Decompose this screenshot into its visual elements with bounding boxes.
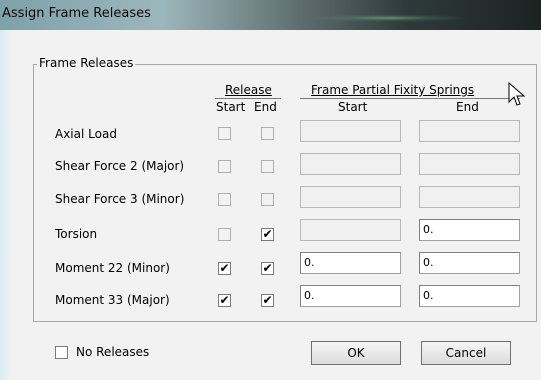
ok-button[interactable]: OK	[311, 341, 401, 365]
release-end-header: End	[254, 100, 277, 114]
spring-end-field[interactable]: 0.	[419, 219, 520, 241]
release-start-checkbox[interactable]: ✔	[218, 262, 231, 275]
no-releases-checkbox[interactable]	[55, 346, 68, 359]
spring-start-field[interactable]	[300, 120, 401, 142]
spring-start-field[interactable]: 0.	[300, 285, 401, 307]
window-title: Assign Frame Releases	[2, 6, 151, 21]
release-start-header: Start	[216, 100, 246, 114]
row-label-shear-3: Shear Force 3 (Minor)	[55, 192, 185, 206]
row-label-moment-22: Moment 22 (Minor)	[55, 261, 170, 275]
spring-start-field[interactable]	[300, 186, 401, 208]
release-end-checkbox[interactable]	[261, 193, 274, 206]
spring-start-field[interactable]: 0.	[300, 252, 401, 274]
release-header: Release	[225, 83, 272, 97]
cancel-button[interactable]: Cancel	[421, 341, 511, 365]
no-releases-label: No Releases	[76, 345, 150, 359]
release-start-checkbox[interactable]	[218, 228, 231, 241]
row-label-axial-load: Axial Load	[55, 127, 117, 141]
release-end-checkbox[interactable]	[261, 127, 274, 140]
row-label-moment-33: Moment 33 (Major)	[55, 293, 170, 307]
spring-end-field[interactable]: 0.	[419, 285, 520, 307]
title-bar[interactable]: Assign Frame Releases	[0, 0, 541, 30]
spring-start-header: Start	[338, 100, 368, 114]
pointer-cursor-icon	[508, 82, 526, 106]
release-start-checkbox[interactable]	[218, 193, 231, 206]
release-end-checkbox[interactable]: ✔	[261, 228, 274, 241]
spring-start-field[interactable]	[300, 153, 401, 175]
release-start-checkbox[interactable]: ✔	[218, 294, 231, 307]
release-start-checkbox[interactable]	[218, 127, 231, 140]
springs-header: Frame Partial Fixity Springs	[311, 83, 475, 97]
group-label: Frame Releases	[37, 56, 136, 70]
springs-header-rule	[300, 98, 520, 99]
release-header-rule	[215, 98, 281, 99]
release-end-checkbox[interactable]	[261, 160, 274, 173]
spring-end-field[interactable]	[419, 120, 520, 142]
release-end-checkbox[interactable]: ✔	[261, 262, 274, 275]
row-label-torsion: Torsion	[55, 227, 98, 241]
row-label-shear-2: Shear Force 2 (Major)	[55, 159, 185, 173]
spring-start-field[interactable]	[300, 219, 401, 241]
spring-end-field[interactable]	[419, 186, 520, 208]
release-start-checkbox[interactable]	[218, 160, 231, 173]
left-edge-glow	[0, 30, 12, 380]
spring-end-field[interactable]	[419, 153, 520, 175]
spring-end-header: End	[456, 100, 479, 114]
spring-end-field[interactable]: 0.	[419, 252, 520, 274]
release-end-checkbox[interactable]: ✔	[261, 294, 274, 307]
